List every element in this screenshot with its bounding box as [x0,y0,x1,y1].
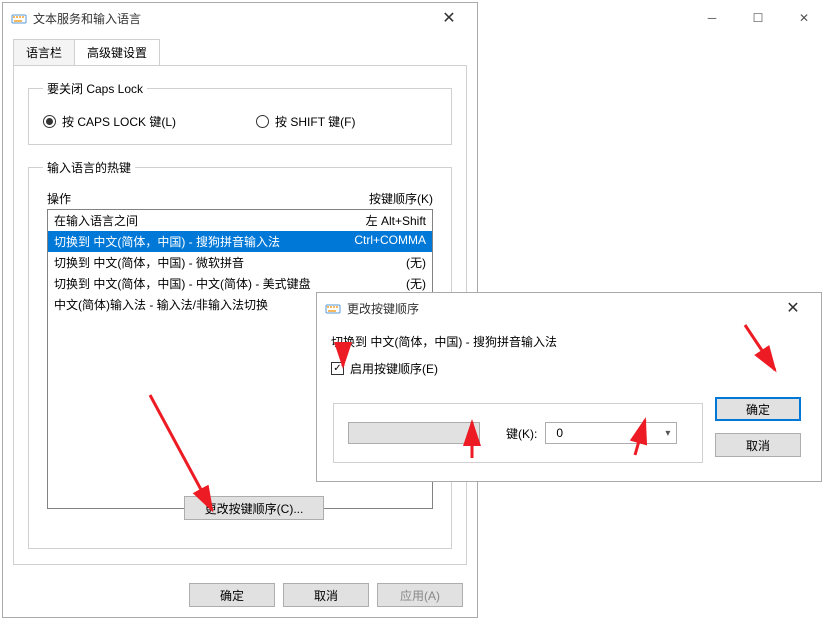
dialog2-title: 更改按键顺序 [347,300,773,317]
tab-language-bar[interactable]: 语言栏 [13,39,75,66]
key-group-box: ▾ 键(K): 0 ▾ [333,403,703,463]
dialog2-subtitle: 切换到 中文(简体，中国) - 搜狗拼音输入法 [331,333,807,350]
checkbox-icon: ✓ [331,362,344,375]
hotkeys-legend: 输入语言的热键 [43,159,135,176]
parent-window-controls: ─ ☐ ✕ [689,4,827,32]
key-label: 键(K): [506,425,537,442]
close-button[interactable]: ✕ [781,4,827,32]
dialog1-title: 文本服务和输入语言 [33,10,429,27]
list-item[interactable]: 在输入语言之间 左 Alt+Shift [48,210,432,231]
chevron-down-icon: ▾ [665,428,670,439]
close-icon[interactable]: ✕ [773,294,813,322]
ok-button[interactable]: 确定 [715,397,801,421]
keyboard-icon [325,300,341,316]
list-item[interactable]: 切换到 中文(简体，中国) - 微软拼音 (无) [48,252,432,273]
dialog2-body: 切换到 中文(简体，中国) - 搜狗拼音输入法 ✓ 启用按键顺序(E) ▾ 键(… [317,323,821,399]
key-combo[interactable]: 0 ▾ [545,422,677,444]
dialog1-footer: 确定 取消 应用(A) [189,583,463,607]
checkbox-label: 启用按键顺序(E) [350,360,438,377]
enable-key-sequence-checkbox[interactable]: ✓ 启用按键顺序(E) [331,360,807,377]
radio-label: 按 SHIFT 键(F) [275,113,355,130]
chevron-down-icon: ▾ [468,428,473,439]
list-item[interactable]: 切换到 中文(简体，中国) - 中文(简体) - 美式键盘 (无) [48,273,432,294]
close-icon[interactable]: ✕ [429,4,469,32]
radio-label: 按 CAPS LOCK 键(L) [62,113,176,130]
radio-icon [256,115,269,128]
cancel-button[interactable]: 取消 [283,583,369,607]
capslock-legend: 要关闭 Caps Lock [43,80,147,97]
tab-advanced-key-settings[interactable]: 高级键设置 [74,39,160,66]
cancel-button[interactable]: 取消 [715,433,801,457]
radio-capslock-key[interactable]: 按 CAPS LOCK 键(L) [43,113,176,130]
list-item[interactable]: 切换到 中文(简体，中国) - 搜狗拼音输入法 Ctrl+COMMA [48,231,432,252]
radio-icon [43,115,56,128]
dialog2-titlebar: 更改按键顺序 ✕ [317,293,821,323]
ok-button[interactable]: 确定 [189,583,275,607]
apply-button[interactable]: 应用(A) [377,583,463,607]
dialog1-titlebar: 文本服务和输入语言 ✕ [3,3,477,33]
change-key-sequence-button[interactable]: 更改按键顺序(C)... [184,496,324,520]
keyboard-icon [11,10,27,26]
minimize-button[interactable]: ─ [689,4,735,32]
change-key-sequence-dialog: 更改按键顺序 ✕ 切换到 中文(简体，中国) - 搜狗拼音输入法 ✓ 启用按键顺… [316,292,822,482]
key-combo-value: 0 [552,426,665,440]
maximize-button[interactable]: ☐ [735,4,781,32]
modifier-combo[interactable]: ▾ [348,422,480,444]
column-header-action: 操作 [47,190,369,207]
dialog2-buttons: 确定 取消 [715,397,801,457]
radio-shift-key[interactable]: 按 SHIFT 键(F) [256,113,355,130]
capslock-fieldset: 要关闭 Caps Lock 按 CAPS LOCK 键(L) 按 SHIFT 键… [28,80,452,145]
tab-strip: 语言栏 高级键设置 [13,39,477,66]
column-header-keyseq: 按键顺序(K) [369,190,433,207]
